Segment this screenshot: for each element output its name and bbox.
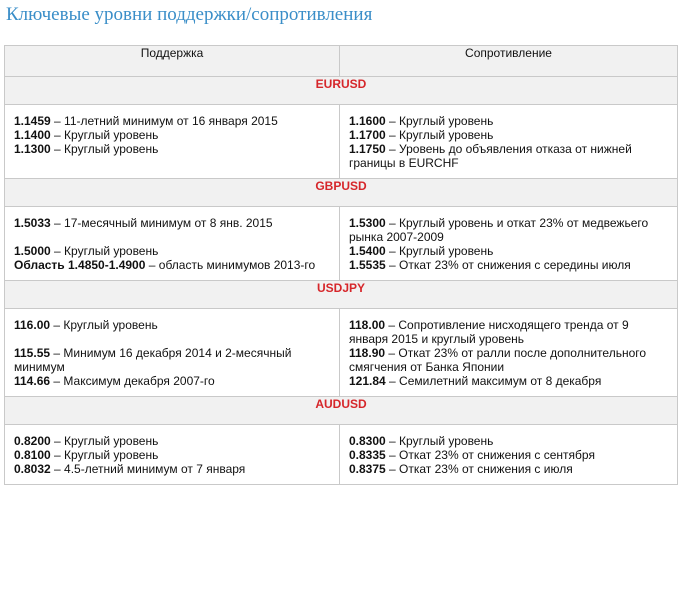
- support-cell: 0.8100 – Круглый уровень: [4, 448, 340, 462]
- resistance-desc: – Откат 23% от ралли после дополнительно…: [349, 346, 647, 374]
- section-gbpusd: GBPUSD 1.5033 – 17-месячный минимум от 8…: [4, 178, 678, 281]
- resistance-level: 118.90: [349, 346, 386, 360]
- support-level: 1.1459: [14, 114, 51, 128]
- table-row: 1.1459 – 11-летний минимум от 16 января …: [4, 104, 678, 128]
- support-level: 1.5033: [14, 216, 51, 230]
- support-cell: 115.55 – Минимум 16 декабря 2014 и 2-мес…: [4, 346, 340, 374]
- support-cell: 1.5033 – 17-месячный минимум от 8 янв. 2…: [4, 206, 340, 244]
- resistance-desc: – Круглый уровень и откат 23% от медвежь…: [349, 216, 649, 244]
- table-row: 1.5000 – Круглый уровень 1.5400 – Круглы…: [4, 244, 678, 258]
- pair-title: EURUSD: [4, 76, 678, 105]
- resistance-desc: – Сопротивление нисходящего тренда от 9 …: [349, 318, 629, 346]
- resistance-cell: 121.84 – Семилетний максимум от 8 декабр…: [339, 374, 678, 397]
- resistance-level: 118.00: [349, 318, 386, 332]
- support-cell: 1.1459 – 11-летний минимум от 16 января …: [4, 104, 340, 128]
- table-row: 0.8100 – Круглый уровень 0.8335 – Откат …: [4, 448, 678, 462]
- support-level: 0.8100: [14, 448, 51, 462]
- table-row: 1.5033 – 17-месячный минимум от 8 янв. 2…: [4, 206, 678, 244]
- support-desc: – область минимумов 2013-го: [145, 258, 316, 272]
- resistance-cell: 1.1750 – Уровень до объявления отказа от…: [339, 142, 678, 179]
- support-desc: – Круглый уровень: [50, 318, 158, 332]
- resistance-cell: 1.5400 – Круглый уровень: [339, 244, 678, 258]
- pair-title: GBPUSD: [4, 178, 678, 207]
- support-cell: 0.8200 – Круглый уровень: [4, 424, 340, 448]
- header-row: Поддержка Сопротивление: [4, 45, 678, 77]
- resistance-header: Сопротивление: [339, 45, 678, 77]
- table-row: 1.1400 – Круглый уровень 1.1700 – Круглы…: [4, 128, 678, 142]
- support-level: 1.1300: [14, 142, 51, 156]
- resistance-level: 121.84: [349, 374, 386, 388]
- resistance-level: 1.5300: [349, 216, 386, 230]
- support-desc: – Круглый уровень: [50, 244, 159, 258]
- resistance-cell: 118.00 – Сопротивление нисходящего тренд…: [339, 308, 678, 346]
- section-audusd: AUDUSD 0.8200 – Круглый уровень 0.8300 –…: [4, 396, 678, 485]
- support-level: 1.1400: [14, 128, 51, 142]
- support-desc: – 17-месячный минимум от 8 янв. 2015: [50, 216, 273, 230]
- pair-title: USDJPY: [4, 280, 678, 309]
- table-row: 0.8200 – Круглый уровень 0.8300 – Круглы…: [4, 424, 678, 448]
- support-desc: – 4.5-летний минимум от 7 января: [50, 462, 246, 476]
- support-level: Область 1.4850-1.4900: [14, 258, 146, 272]
- support-level: 114.66: [14, 374, 51, 388]
- page-title: Ключевые уровни поддержки/сопротивления: [6, 4, 373, 25]
- resistance-level: 1.1600: [349, 114, 386, 128]
- resistance-desc: – Откат 23% от снижения с сентября: [385, 448, 595, 462]
- support-level: 115.55: [14, 346, 51, 360]
- support-cell: 114.66 – Максимум декабря 2007-го: [4, 374, 340, 397]
- support-cell: 1.1400 – Круглый уровень: [4, 128, 340, 142]
- support-desc: – Минимум 16 декабря 2014 и 2-месячный м…: [14, 346, 292, 374]
- table-row: 1.1300 – Круглый уровень 1.1750 – Уровен…: [4, 142, 678, 179]
- resistance-cell: 118.90 – Откат 23% от ралли после дополн…: [339, 346, 678, 374]
- table-row: 114.66 – Максимум декабря 2007-го 121.84…: [4, 374, 678, 397]
- support-cell: 0.8032 – 4.5-летний минимум от 7 января: [4, 462, 340, 485]
- resistance-cell: 1.5300 – Круглый уровень и откат 23% от …: [339, 206, 678, 244]
- support-cell: 1.5000 – Круглый уровень: [4, 244, 340, 258]
- support-level: 0.8200: [14, 434, 51, 448]
- resistance-level: 1.1700: [349, 128, 386, 142]
- resistance-cell: 1.1700 – Круглый уровень: [339, 128, 678, 142]
- support-desc: – Круглый уровень: [50, 434, 159, 448]
- resistance-desc: – Круглый уровень: [385, 434, 494, 448]
- resistance-desc: – Круглый уровень: [385, 128, 494, 142]
- table-row: 115.55 – Минимум 16 декабря 2014 и 2-мес…: [4, 346, 678, 374]
- resistance-level: 1.1750: [349, 142, 386, 156]
- resistance-cell: 1.1600 – Круглый уровень: [339, 104, 678, 128]
- section-usdjpy: USDJPY 116.00 – Круглый уровень 118.00 –…: [4, 280, 678, 397]
- resistance-level: 0.8335: [349, 448, 386, 462]
- resistance-desc: – Круглый уровень: [385, 244, 494, 258]
- resistance-cell: 0.8375 – Откат 23% от снижения с июля: [339, 462, 678, 485]
- resistance-desc: – Уровень до объявления отказа от нижней…: [349, 142, 632, 170]
- table-row: 116.00 – Круглый уровень 118.00 – Сопрот…: [4, 308, 678, 346]
- support-cell: Область 1.4850-1.4900 – область минимумо…: [4, 258, 340, 281]
- support-desc: – 11-летний минимум от 16 января 2015: [50, 114, 278, 128]
- resistance-cell: 1.5535 – Откат 23% от снижения с середин…: [339, 258, 678, 281]
- support-desc: – Круглый уровень: [50, 142, 159, 156]
- resistance-desc: – Откат 23% от снижения с июля: [385, 462, 573, 476]
- support-level: 0.8032: [14, 462, 51, 476]
- support-cell: 1.1300 – Круглый уровень: [4, 142, 340, 179]
- section-eurusd: EURUSD 1.1459 – 11-летний минимум от 16 …: [4, 76, 678, 179]
- support-header: Поддержка: [4, 45, 340, 77]
- resistance-level: 1.5400: [349, 244, 386, 258]
- levels-table: Поддержка Сопротивление EURUSD 1.1459 – …: [4, 45, 678, 485]
- support-level: 1.5000: [14, 244, 51, 258]
- resistance-desc: – Семилетний максимум от 8 декабря: [385, 374, 602, 388]
- pair-title: AUDUSD: [4, 396, 678, 425]
- resistance-cell: 0.8335 – Откат 23% от снижения с сентябр…: [339, 448, 678, 462]
- support-desc: – Круглый уровень: [50, 128, 159, 142]
- table-row: 0.8032 – 4.5-летний минимум от 7 января …: [4, 462, 678, 485]
- resistance-desc: – Откат 23% от снижения с середины июля: [385, 258, 631, 272]
- support-level: 116.00: [14, 318, 51, 332]
- resistance-desc: – Круглый уровень: [385, 114, 494, 128]
- resistance-level: 0.8375: [349, 462, 386, 476]
- table-row: Область 1.4850-1.4900 – область минимумо…: [4, 258, 678, 281]
- support-cell: 116.00 – Круглый уровень: [4, 308, 340, 346]
- support-desc: – Максимум декабря 2007-го: [50, 374, 215, 388]
- resistance-level: 0.8300: [349, 434, 386, 448]
- resistance-level: 1.5535: [349, 258, 386, 272]
- support-desc: – Круглый уровень: [50, 448, 159, 462]
- resistance-cell: 0.8300 – Круглый уровень: [339, 424, 678, 448]
